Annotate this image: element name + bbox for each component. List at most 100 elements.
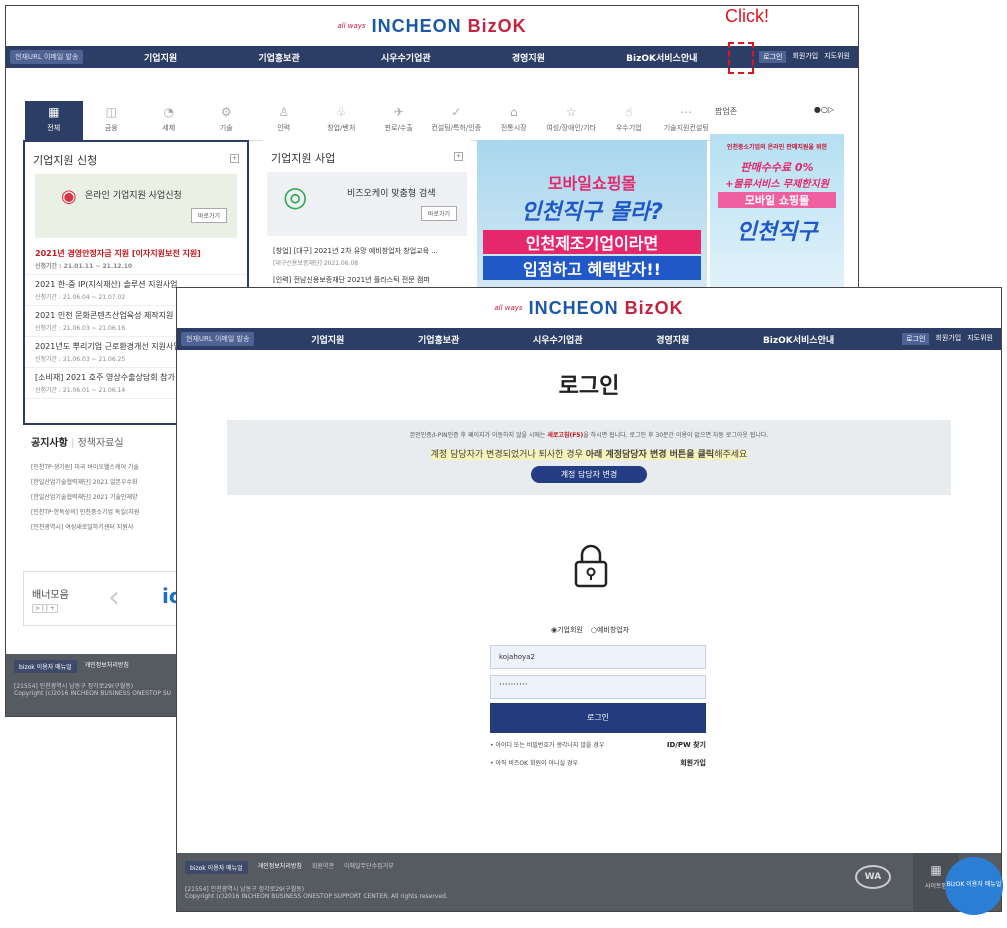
notice-item[interactable]: [한일산업기술협력재단] 2021 기술인재양 <box>31 489 191 504</box>
advisor-link[interactable]: 지도위원 <box>967 333 993 345</box>
category-export[interactable]: ✈ 판로/수출 <box>370 101 428 140</box>
coins-icon: ◫ <box>105 105 117 119</box>
prev-arrow-icon[interactable]: ‹ <box>108 580 120 615</box>
advisor-link[interactable]: 지도위원 <box>824 51 850 63</box>
notice-item[interactable]: [인천TP·생기원] 미국 바이오헬스케어 기술 <box>31 459 191 474</box>
login-footer: bizok 이용자 매뉴얼 개인정보처리방침 회원약관 이메일무단수집거부 [2… <box>177 853 1001 911</box>
signup-link[interactable]: 회원가입 <box>792 51 818 63</box>
nav-item[interactable]: BizOK서비스안내 <box>626 51 697 64</box>
gear-icon: ⚙ <box>220 105 232 119</box>
nav-item[interactable]: BizOK서비스안내 <box>763 333 834 346</box>
target-icon: ◎ <box>283 180 308 213</box>
business-panel: 기업지원 사업 + ◎ 비즈오케이 맞춤형 검색 바로가기 [창업] [대구] … <box>263 140 471 290</box>
category-finance[interactable]: ◫ 금융 <box>83 101 141 140</box>
signup-link[interactable]: 회원가입 <box>680 758 706 768</box>
find-idpw-row: • 아이디 또는 비밀번호가 생각나지 않을 경우 ID/PW 찾기 <box>490 740 706 750</box>
more-icon: ⋯ <box>680 105 693 119</box>
go-button[interactable]: 바로가기 <box>420 206 457 221</box>
panel-title: 기업지원 사업 <box>271 152 336 165</box>
site-logo[interactable]: all ways INCHEON BizOK <box>177 288 1001 328</box>
list-item[interactable]: 2021년 경영안정자금 지원 [이자지원보전 지원] 신청기간 : 21.01.… <box>25 244 247 275</box>
category-tabs: ▦ 전체 ◫ 금융 ◔ 세제 ⚙ 기술 ♙ 인력 ♧ 창업/벤처 ✈ 판로/수출 ✓ 컨설팅/특… <box>25 101 715 141</box>
mobile-mall-ad[interactable]: 모바일쇼핑몰 인천직구 몰라? 인천제조기업이라면 입점하고 혜택받자!! <box>477 140 707 290</box>
banner-controls[interactable]: > | | + <box>32 604 58 613</box>
logo-incheon: INCHEON <box>371 15 462 36</box>
notice-item[interactable]: [인천TP·한독상의] 인천중소기업 독일(자원 <box>31 504 191 519</box>
nav-item[interactable]: 기업지원 <box>311 333 344 346</box>
nav-item[interactable]: 기업홍보관 <box>418 333 459 346</box>
user-manual-button[interactable]: BizOK 이용자 매뉴얼 <box>945 857 1003 915</box>
tax-icon: ◔ <box>163 105 174 119</box>
footer-manual-link[interactable]: bizok 이용자 매뉴얼 <box>14 660 77 673</box>
nav-item[interactable]: 기업홍보관 <box>258 51 299 64</box>
info-line-2: 계정 담당자가 변경되었거나 퇴사한 경우 아래 계정담당자 변경 버튼을 클릭… <box>430 450 748 460</box>
member-type-radio: ◉기업회원 ○예비창업자 <box>551 625 629 635</box>
login-link[interactable]: 로그인 <box>759 51 787 63</box>
nav-item[interactable]: 시우수기업관 <box>533 333 583 346</box>
user-id-input[interactable]: kojahoya2 <box>490 645 706 669</box>
nav-item[interactable]: 경영지원 <box>656 333 689 346</box>
notice-item[interactable]: [인천광역시] 여성새로일하기센터 지원사 <box>31 519 191 534</box>
category-hr[interactable]: ♙ 인력 <box>255 101 313 140</box>
help-text: • 아직 비즈OK 회원이 아니실 경우 <box>490 760 578 767</box>
check-icon: ✓ <box>451 105 462 119</box>
online-apply-banner[interactable]: ◉ 온라인 기업지원 사업신청 바로가기 <box>35 174 237 238</box>
nav-item[interactable]: 시우수기업관 <box>381 51 431 64</box>
find-idpw-link[interactable]: ID/PW 찾기 <box>667 740 706 750</box>
email-url-button[interactable]: 현재URL 이메일 발송 <box>181 332 255 346</box>
promo-text: 비즈오케이 맞춤형 검색 <box>347 189 436 199</box>
click-highlight-box <box>728 42 754 74</box>
list-item[interactable]: [창업] [대구] 2021년 2차 유망 예비창업자 창업교육 ... [대구신… <box>263 242 471 271</box>
nav-item[interactable]: 기업지원 <box>144 51 177 64</box>
login-link[interactable]: 로그인 <box>902 333 930 345</box>
page-title: 로그인 <box>558 374 620 399</box>
footer-manual-link[interactable]: bizok 이용자 매뉴얼 <box>185 861 248 874</box>
category-all[interactable]: ▦ 전체 <box>25 101 83 140</box>
thumbs-up-icon: ☝ <box>625 105 633 119</box>
util-links: 로그인 회원가입 지도위원 <box>759 51 850 63</box>
tab-notice[interactable]: 공지사항 <box>31 438 68 449</box>
signup-link[interactable]: 회원가입 <box>935 333 961 345</box>
category-tech[interactable]: ⚙ 기술 <box>198 101 256 140</box>
category-women[interactable]: ☆ 여성/장애인/기타 <box>543 101 601 140</box>
more-plus-icon[interactable]: + <box>454 152 463 161</box>
logo-bizok: BizOK <box>624 297 684 318</box>
footer-privacy-link[interactable]: 개인정보처리방침 <box>258 861 302 874</box>
radio-corporate[interactable]: ◉기업회원 <box>551 625 583 635</box>
popup-pager-icon[interactable]: ●○▷ <box>814 105 834 114</box>
category-tax[interactable]: ◔ 세제 <box>140 101 198 140</box>
click-annotation: Click! <box>725 6 769 26</box>
footer-terms-link[interactable]: 회원약관 <box>312 861 334 874</box>
category-excellent[interactable]: ☝ 우수기업 <box>600 101 658 140</box>
notice-item[interactable]: [한일산업기술협력재단] 2021 일본우수화 <box>31 474 191 489</box>
banner-title: 배너모음 <box>32 590 69 601</box>
logo-bizok: BizOK <box>467 15 527 36</box>
market-icon: ⌂ <box>509 105 518 119</box>
info-line-1: 본인인증/I-PIN인증 후 페이지가 이동하지 않을 시에는 새로고침(F5)… <box>409 432 769 439</box>
plane-icon: ✈ <box>393 105 404 119</box>
footer-privacy-link[interactable]: 개인정보처리방침 <box>85 660 129 673</box>
category-startup[interactable]: ♧ 창업/벤처 <box>313 101 371 140</box>
star-icon: ☆ <box>565 105 577 119</box>
globe-icon: ◉ <box>61 186 77 207</box>
custom-search-banner[interactable]: ◎ 비즈오케이 맞춤형 검색 바로가기 <box>267 172 467 236</box>
more-plus-icon[interactable]: + <box>230 154 239 163</box>
sprout-icon: ♧ <box>335 105 347 119</box>
category-consulting[interactable]: ✓ 컨설팅/특허/인증 <box>428 101 486 140</box>
signup-row: • 아직 비즈OK 회원이 아니실 경우 회원가입 <box>490 758 706 768</box>
tab-policy[interactable]: 정책자료실 <box>78 438 124 449</box>
go-button[interactable]: 바로가기 <box>190 208 227 223</box>
nav-item[interactable]: 경영지원 <box>512 51 545 64</box>
grid-icon: ▦ <box>48 105 60 119</box>
footer-email-link[interactable]: 이메일무단수집거부 <box>344 861 394 874</box>
login-button[interactable]: 로그인 <box>490 703 706 733</box>
change-manager-button[interactable]: 계정 담당자 변경 <box>530 466 648 483</box>
email-url-button[interactable]: 현재URL 이메일 발송 <box>10 50 84 64</box>
category-market[interactable]: ⌂ 전통시장 <box>485 101 543 140</box>
radio-prestartup[interactable]: ○예비창업자 <box>591 625 629 635</box>
panel-title: 기업지원 신청 <box>33 154 98 167</box>
category-tech-consulting[interactable]: ⋯ 기술지원컨설팅 <box>658 101 716 140</box>
password-input[interactable]: ·········· <box>490 675 706 699</box>
lock-icon <box>574 544 608 588</box>
popup-ad[interactable]: 인천중소기업의 온라인 판매지원을 위한 판매수수료 0% +물류서비스 무제한… <box>710 134 844 290</box>
